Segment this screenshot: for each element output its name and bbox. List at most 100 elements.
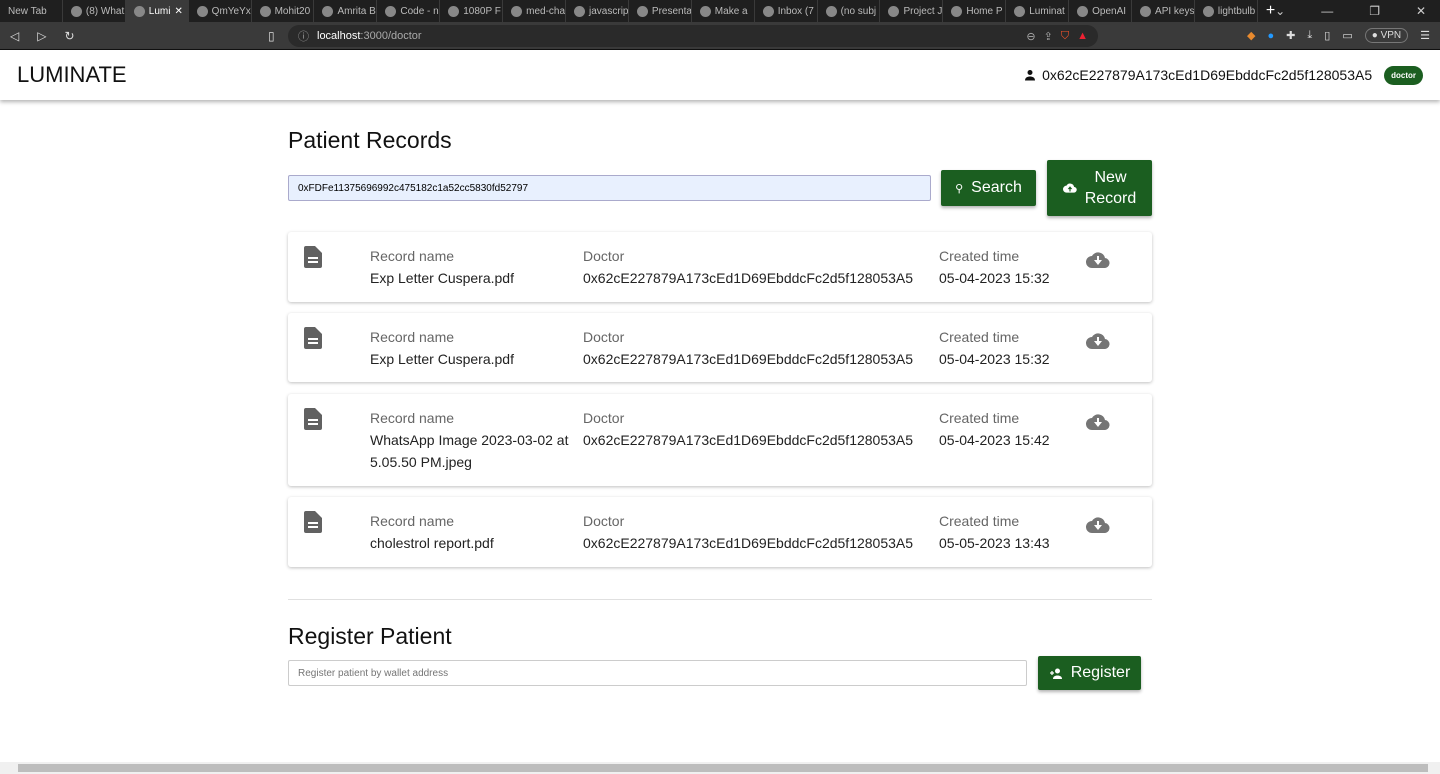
horizontal-scrollbar[interactable] (0, 762, 1440, 774)
tab-favicon-icon (825, 5, 837, 17)
doctor-label: Doctor (583, 329, 625, 345)
browser-tab[interactable]: Home P (943, 0, 1007, 22)
close-tab-icon[interactable]: ✕ (174, 6, 182, 17)
created-time: 05-04-2023 15:32 (939, 270, 1050, 286)
browser-tab[interactable]: API keys (1132, 0, 1195, 22)
app-header: LUMINATE 0x62cE227879A173cEd1D69EbddcFc2… (0, 50, 1440, 100)
tab-favicon-icon (259, 5, 271, 17)
site-info-icon[interactable]: ⓘ (298, 28, 309, 44)
browser-tab[interactable]: med-cha (503, 0, 567, 22)
register-wallet-input[interactable] (288, 660, 1027, 686)
browser-tab[interactable]: 1080P F (440, 0, 504, 22)
record-name: cholestrol report.pdf (370, 535, 494, 551)
browser-tab[interactable]: Code - n (377, 0, 441, 22)
browser-tab[interactable]: Amrita B (314, 0, 378, 22)
record-card: Record name Exp Letter Cuspera.pdf Doctor… (288, 232, 1152, 302)
brave-shield-icon[interactable]: ⛉ (1061, 30, 1069, 43)
search-button[interactable]: ⚲ Search (941, 170, 1036, 206)
person-add-icon (1049, 668, 1062, 679)
tab-favicon-icon (1077, 5, 1089, 17)
brave-rewards-icon[interactable]: ▲ (1077, 30, 1098, 42)
browser-tab[interactable]: lightbulb (1195, 0, 1258, 22)
record-name-label: Record name (370, 513, 455, 529)
cloud-download-icon[interactable] (1086, 515, 1110, 533)
browser-tab[interactable]: Lumi ✕ (125, 0, 189, 22)
puzzle-icon[interactable]: ✚ (1286, 29, 1295, 42)
browser-tab[interactable]: Luminat (1006, 0, 1070, 22)
cloud-download-icon[interactable] (1086, 331, 1110, 349)
sidebar-icon[interactable]: ▯ (1324, 29, 1330, 42)
tab-favicon-icon (888, 5, 900, 17)
tab-label: API keys (1155, 5, 1195, 17)
tab-label: med-cha (526, 5, 566, 17)
tab-label: javascrip (589, 5, 629, 17)
register-title: Register Patient (288, 623, 452, 649)
maximize-icon[interactable]: ❐ (1369, 4, 1380, 18)
file-icon (304, 246, 322, 268)
doctor-label: Doctor (583, 513, 625, 529)
browser-tab[interactable]: OpenAI (1069, 0, 1133, 22)
metamask-icon[interactable]: ◆ (1247, 29, 1255, 42)
created-time: 05-04-2023 15:42 (939, 432, 1050, 448)
browser-tab[interactable]: (no subj (818, 0, 881, 22)
tab-search-icon[interactable]: ⌄ (1275, 4, 1285, 18)
browser-tab[interactable]: New Tab (0, 0, 63, 22)
browser-tab[interactable]: Make a (692, 0, 755, 22)
download-icon[interactable]: ⤓ (1307, 29, 1312, 42)
register-button[interactable]: Register (1038, 656, 1141, 690)
back-icon[interactable]: ◁ (10, 29, 19, 43)
cloud-download-icon[interactable] (1086, 250, 1110, 268)
menu-icon[interactable]: ☰ (1420, 29, 1430, 42)
tab-label: Luminat (1029, 5, 1065, 17)
person-icon (1025, 70, 1036, 81)
browser-tab[interactable]: (8) What (63, 0, 126, 22)
new-record-label-1: New (1094, 169, 1127, 186)
browser-tab[interactable]: QmYeYx (189, 0, 252, 22)
tab-favicon-icon (762, 5, 774, 17)
role-badge: doctor (1384, 65, 1423, 85)
record-name-label: Record name (370, 410, 455, 426)
scrollbar-thumb[interactable] (18, 764, 1428, 772)
tab-favicon-icon (1140, 5, 1152, 17)
record-card: Record name Exp Letter Cuspera.pdf Doctor… (288, 313, 1152, 382)
tab-label: Make a (714, 5, 748, 17)
created-time-label: Created time (939, 410, 1020, 426)
window-controls: ⌄ — ❐ ✕ (1275, 4, 1440, 18)
browser-tab[interactable]: Inbox (7 (755, 0, 818, 22)
tab-favicon-icon (699, 5, 711, 17)
extension-icon[interactable]: ● (1268, 30, 1275, 42)
tab-favicon-icon (133, 5, 145, 17)
doctor-address: 0x62cE227879A173cEd1D69EbddcFc2d5f128053… (583, 432, 914, 448)
file-icon (304, 511, 322, 533)
tab-label: Home P (966, 5, 1003, 17)
search-icon: ⚲ (955, 182, 964, 195)
wallet-icon[interactable]: ▭ (1342, 29, 1352, 42)
new-record-button[interactable]: New Record (1047, 160, 1152, 216)
zoom-icon[interactable]: ⊖ (1026, 30, 1035, 43)
file-icon (304, 408, 322, 430)
minimize-icon[interactable]: — (1321, 4, 1333, 18)
cloud-download-icon[interactable] (1086, 412, 1110, 430)
address-bar[interactable]: ⓘ localhost:3000/doctor ⊖ ⇪ ⛉ ▲ (288, 25, 1098, 47)
reload-icon[interactable]: ↻ (64, 29, 74, 43)
browser-tab[interactable]: Presenta (629, 0, 692, 22)
tab-label: (8) What (85, 5, 125, 17)
browser-tab[interactable]: Mohit20 (252, 0, 315, 22)
share-icon[interactable]: ⇪ (1044, 30, 1053, 43)
created-time: 05-05-2023 13:43 (939, 535, 1050, 551)
forward-icon[interactable]: ▷ (37, 29, 46, 43)
vpn-button[interactable]: ● VPN (1364, 28, 1409, 43)
new-tab-button[interactable]: + (1258, 2, 1275, 20)
search-label: Search (971, 179, 1022, 196)
tab-label: OpenAI (1092, 5, 1127, 17)
bookmark-icon[interactable]: ▯ (268, 29, 275, 43)
logo[interactable]: LUMINATE (17, 62, 127, 88)
patient-search-input[interactable] (288, 175, 931, 201)
tab-favicon-icon (951, 5, 963, 17)
browser-tab[interactable]: Project J (880, 0, 944, 22)
close-window-icon[interactable]: ✕ (1416, 4, 1426, 18)
browser-tab[interactable]: javascrip (566, 0, 629, 22)
tab-label: Project J (903, 5, 943, 17)
tab-favicon-icon (196, 5, 208, 17)
browser-tab-bar: New Tab (8) What Lumi ✕ QmYeYx Mohit20 Amrita … (0, 0, 1440, 22)
